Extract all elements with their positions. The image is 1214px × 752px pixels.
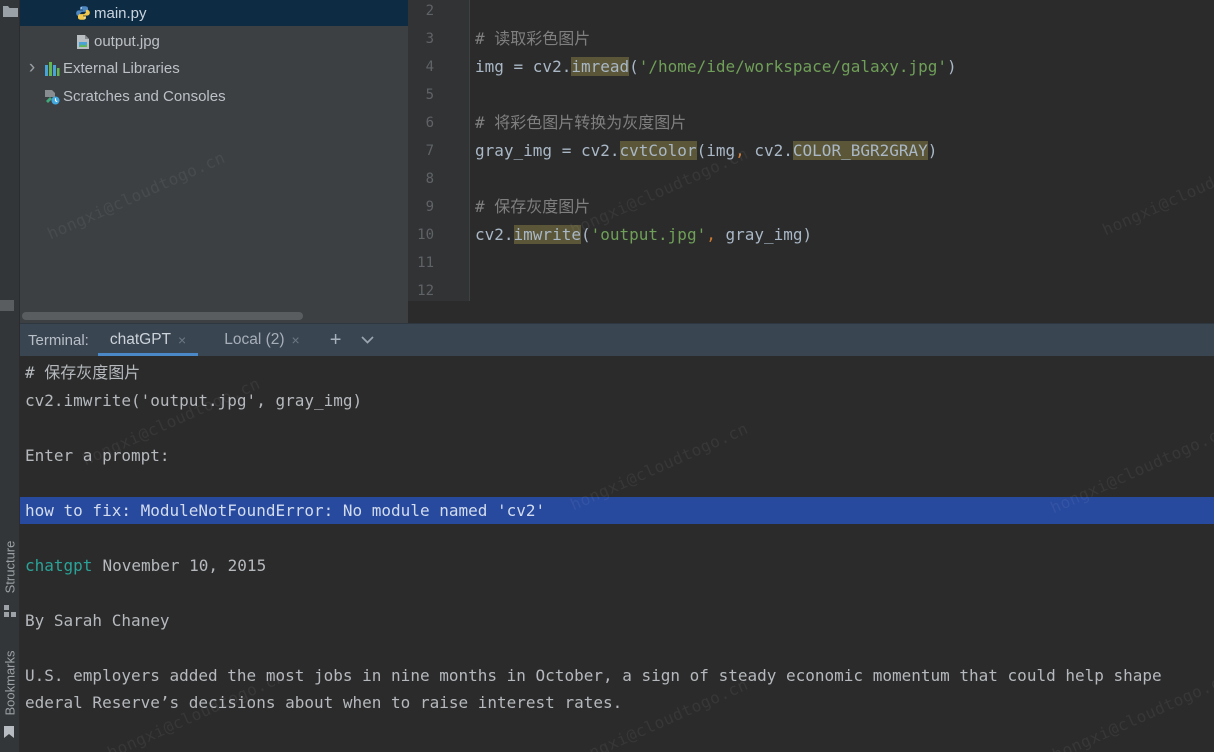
- code-line-6: # 将彩色图片转换为灰度图片: [475, 109, 686, 137]
- code-line-10: cv2.imwrite('output.jpg', gray_img): [475, 221, 812, 249]
- tab-label: chatGPT: [110, 331, 171, 349]
- close-icon[interactable]: ×: [178, 332, 186, 348]
- response-date: November 10, 2015: [102, 556, 266, 575]
- structure-icon[interactable]: [4, 604, 16, 622]
- search-highlight: COLOR_BGR2GRAY: [793, 141, 928, 160]
- new-session-button[interactable]: +: [330, 330, 342, 350]
- tab-chatgpt[interactable]: chatGPT ×: [98, 324, 198, 356]
- tree-item-external-libraries[interactable]: External Libraries: [20, 55, 408, 82]
- tool-button-structure[interactable]: Structure: [3, 541, 18, 594]
- tab-label: Local (2): [224, 331, 284, 349]
- python-file-icon: [75, 5, 91, 21]
- line-number: 12: [408, 277, 434, 301]
- search-highlight: imread: [571, 57, 629, 76]
- project-panel: main.py output.jpg ›: [20, 0, 408, 323]
- terminal-panel[interactable]: # 保存灰度图片 cv2.imwrite('output.jpg', gray_…: [20, 356, 1214, 752]
- active-tab-underline: [98, 353, 198, 356]
- code-editor[interactable]: 2 3 4 5 6 7 8 9 10 11 12 # 读取彩色图片 img = …: [408, 0, 1214, 323]
- terminal-line: [20, 634, 1214, 662]
- code-line-7: gray_img = cv2.cvtColor(img, cv2.COLOR_B…: [475, 137, 937, 165]
- article-text-line: U.S. employers added the most jobs in ni…: [20, 662, 1214, 690]
- tool-button-bookmarks[interactable]: Bookmarks: [3, 650, 18, 715]
- line-number: 2: [408, 0, 434, 25]
- tree-item-label: main.py: [94, 5, 147, 22]
- chevron-down-icon[interactable]: [361, 336, 374, 344]
- line-number: 7: [408, 137, 434, 165]
- selected-prompt-line[interactable]: how to fix: ModuleNotFoundError: No modu…: [20, 497, 1214, 525]
- tree-item-label: output.jpg: [94, 33, 160, 50]
- line-number: 8: [408, 165, 434, 193]
- scratches-icon: [44, 89, 60, 105]
- tree-item-label: External Libraries: [63, 60, 180, 77]
- line-number: 9: [408, 193, 434, 221]
- close-icon[interactable]: ×: [292, 332, 300, 348]
- project-hscrollbar-thumb[interactable]: [22, 312, 303, 320]
- tree-item-label: Scratches and Consoles: [63, 88, 226, 105]
- image-file-icon: [75, 34, 91, 50]
- terminal-prompt-label: Enter a prompt:: [20, 442, 1214, 470]
- editor-gutter: 2 3 4 5 6 7 8 9 10 11 12: [408, 0, 470, 301]
- bookmark-icon[interactable]: [4, 725, 14, 743]
- line-number: 6: [408, 109, 434, 137]
- terminal-tab-bar: Terminal: chatGPT × Local (2) × +: [20, 323, 1214, 356]
- chatgpt-response-header: chatgpt November 10, 2015: [20, 552, 1214, 580]
- terminal-line: [20, 414, 1214, 442]
- tree-item-output-jpg[interactable]: output.jpg: [20, 28, 408, 55]
- terminal-line: [20, 524, 1214, 552]
- terminal-line: cv2.imwrite('output.jpg', gray_img): [20, 387, 1214, 415]
- stripe-scrollbar-thumb[interactable]: [0, 300, 14, 311]
- search-highlight: imwrite: [514, 225, 581, 244]
- project-folder-icon[interactable]: [3, 4, 18, 22]
- code-line-9: # 保存灰度图片: [475, 193, 590, 221]
- line-number: 11: [408, 249, 434, 277]
- line-number: 4: [408, 53, 434, 81]
- article-byline: By Sarah Chaney: [20, 607, 1214, 635]
- line-number: 5: [408, 81, 434, 109]
- line-number: 3: [408, 25, 434, 53]
- terminal-label: Terminal:: [28, 332, 89, 349]
- editor-content: 2 3 4 5 6 7 8 9 10 11 12 # 读取彩色图片 img = …: [408, 0, 1214, 301]
- search-highlight: cvtColor: [620, 141, 697, 160]
- terminal-line: # 保存灰度图片: [20, 359, 1214, 387]
- tree-item-scratches[interactable]: Scratches and Consoles: [20, 83, 408, 110]
- terminal-line: [20, 579, 1214, 607]
- line-number: 10: [408, 221, 434, 249]
- article-text-line: ederal Reserve’s decisions about when to…: [20, 689, 1214, 717]
- tab-local-2[interactable]: Local (2) ×: [212, 324, 312, 356]
- tree-item-main-py[interactable]: main.py: [20, 0, 408, 26]
- response-source: chatgpt: [25, 556, 92, 575]
- left-tool-stripe: Structure Bookmarks: [0, 0, 20, 752]
- libraries-icon: [44, 61, 60, 77]
- code-line-3: # 读取彩色图片: [475, 25, 590, 53]
- ide-window: Structure Bookmarks main.py: [0, 0, 1214, 752]
- code-line-4: img = cv2.imread('/home/ide/workspace/ga…: [475, 53, 957, 81]
- terminal-line: [20, 469, 1214, 497]
